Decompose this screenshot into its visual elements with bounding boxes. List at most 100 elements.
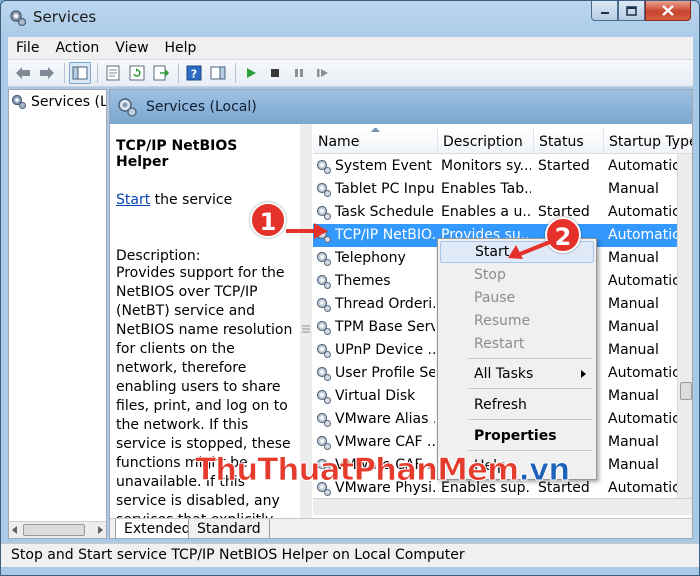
menu-item-pause[interactable]: Pause xyxy=(440,287,594,309)
column-startup-type[interactable]: Startup Type xyxy=(604,128,692,154)
action-pane-button[interactable] xyxy=(207,62,229,84)
service-name: Virtual Disk xyxy=(335,388,416,404)
service-name: VMware Alias ... xyxy=(335,411,435,427)
service-gear-icon xyxy=(316,366,331,381)
restart-service-button[interactable] xyxy=(312,62,334,84)
forward-arrow-icon xyxy=(40,67,54,79)
column-description[interactable]: Description xyxy=(438,128,534,154)
maximize-icon xyxy=(626,5,637,16)
maximize-button[interactable] xyxy=(618,1,645,21)
pause-service-button[interactable] xyxy=(288,62,310,84)
service-name: Telephony xyxy=(335,250,406,266)
refresh-toolbar-button[interactable] xyxy=(126,62,148,84)
step-badge-1: 1 xyxy=(250,202,286,238)
show-hide-console-tree-button[interactable] xyxy=(69,62,91,84)
list-column-header: Name Description Status Startup Type xyxy=(313,128,692,154)
export-list-button[interactable] xyxy=(150,62,172,84)
properties-toolbar-button[interactable] xyxy=(102,62,124,84)
list-vertical-scrollbar[interactable] xyxy=(677,154,692,498)
column-status-label: Status xyxy=(539,134,584,150)
tab-extended[interactable]: Extended xyxy=(115,519,200,538)
menu-view[interactable]: View xyxy=(107,40,156,56)
service-description: Enables Tab... xyxy=(441,181,531,197)
menu-separator xyxy=(468,388,592,389)
service-name: Tablet PC Inpu... xyxy=(335,181,435,197)
minimize-button[interactable] xyxy=(591,1,618,21)
description-label: Description: xyxy=(116,248,201,264)
service-status xyxy=(538,178,603,201)
services-gear-icon xyxy=(11,94,26,109)
service-gear-icon xyxy=(316,435,331,450)
start-service-link[interactable]: Start xyxy=(116,192,150,208)
main-header: Services (Local) xyxy=(110,90,692,124)
service-description: Enables a u... xyxy=(441,204,531,220)
play-icon xyxy=(247,68,256,78)
service-gear-icon xyxy=(316,412,331,427)
services-gear-icon xyxy=(10,10,27,27)
toolbar-separator xyxy=(178,63,179,83)
view-tabs: Extended Standard xyxy=(110,518,692,538)
tree-horizontal-scrollbar[interactable] xyxy=(9,521,106,538)
menu-help[interactable]: Help xyxy=(157,40,205,56)
service-name: TCP/IP NetBIO... xyxy=(335,227,435,243)
close-button[interactable] xyxy=(645,1,691,21)
back-button[interactable] xyxy=(12,62,34,84)
menu-item-all-tasks-label: All Tasks xyxy=(474,366,534,382)
watermark-part2: PhanMem xyxy=(353,452,520,489)
service-gear-icon xyxy=(316,251,331,266)
service-name: UPnP Device ... xyxy=(335,342,435,358)
help-toolbar-button[interactable]: ? xyxy=(183,62,205,84)
column-description-label: Description xyxy=(443,134,523,150)
main-header-title: Services (Local) xyxy=(146,99,257,115)
service-gear-icon xyxy=(316,274,331,289)
services-gear-icon xyxy=(118,98,137,117)
scroll-thumb[interactable] xyxy=(23,524,85,536)
scroll-left-icon xyxy=(12,526,17,534)
menu-bar: File Action View Help xyxy=(8,37,693,59)
service-row[interactable]: Task Scheduler Enables a u... Started Autom… xyxy=(313,201,684,224)
svg-text:?: ? xyxy=(191,68,197,81)
stop-service-button[interactable] xyxy=(264,62,286,84)
service-title: TCP/IP NetBIOS Helper xyxy=(116,138,238,170)
forward-button[interactable] xyxy=(36,62,58,84)
tab-standard[interactable]: Standard xyxy=(188,519,270,538)
service-name: Thread Orderi... xyxy=(335,296,435,312)
title-bar[interactable]: Services xyxy=(1,1,699,35)
service-gear-icon xyxy=(316,320,331,335)
menu-separator xyxy=(468,419,592,420)
service-name: User Profile Se... xyxy=(335,365,435,381)
service-status: Started xyxy=(538,158,590,174)
menu-separator xyxy=(468,450,592,451)
action-pane-icon xyxy=(210,66,226,80)
watermark: ThuThuatPhanMem.vn xyxy=(194,452,571,489)
console-tree: Services (Local) xyxy=(8,89,107,539)
scroll-thumb[interactable] xyxy=(680,382,692,400)
list-horizontal-scrollbar[interactable] xyxy=(313,498,692,515)
tree-item-services-local[interactable]: Services (Local) xyxy=(11,94,106,110)
menu-item-restart[interactable]: Restart xyxy=(440,333,594,355)
watermark-part3: .vn xyxy=(518,452,571,489)
column-name[interactable]: Name xyxy=(313,128,438,154)
menu-action[interactable]: Action xyxy=(47,40,107,56)
start-service-button[interactable] xyxy=(240,62,262,84)
step-arrow-2-icon xyxy=(508,240,551,259)
menu-item-refresh[interactable]: Refresh xyxy=(440,394,594,416)
splitter-grip-icon xyxy=(302,325,310,333)
service-row[interactable]: Tablet PC Inpu...Enables Tab...Manual xyxy=(313,178,684,201)
menu-item-stop[interactable]: Stop xyxy=(440,264,594,286)
service-row[interactable]: System Event ...Monitors sy...StartedAut… xyxy=(313,155,684,178)
menu-item-all-tasks[interactable]: All Tasks xyxy=(440,363,594,385)
help-icon: ? xyxy=(186,65,202,81)
menu-file[interactable]: File xyxy=(8,40,47,56)
start-service-suffix: the service xyxy=(150,192,233,208)
sort-ascending-icon xyxy=(371,128,380,132)
toolbar: ? xyxy=(8,59,693,87)
column-status[interactable]: Status xyxy=(534,128,604,154)
window-controls xyxy=(591,1,691,23)
service-gear-icon xyxy=(316,182,331,197)
toolbar-separator xyxy=(64,63,65,83)
menu-item-resume[interactable]: Resume xyxy=(440,310,594,332)
menu-item-properties[interactable]: Properties xyxy=(440,425,594,447)
menu-separator xyxy=(468,358,592,359)
watermark-part1: ThuThuat xyxy=(194,452,354,489)
